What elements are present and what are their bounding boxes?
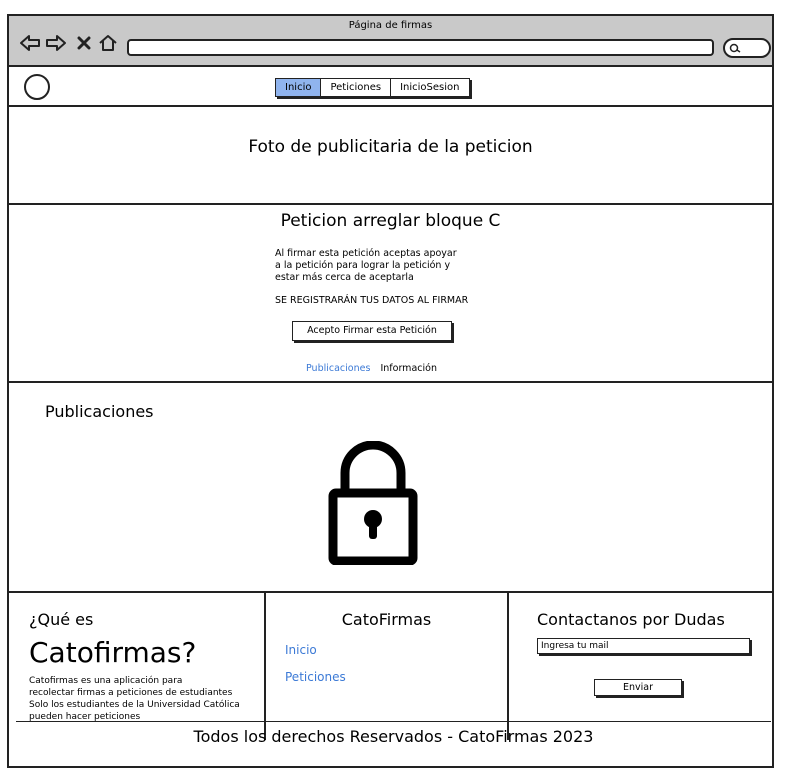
about-description-line: Catofirmas es una aplicación para <box>29 676 183 686</box>
email-field[interactable]: Ingresa tu mail <box>537 638 750 654</box>
petition-links: Publicaciones Información <box>306 363 437 374</box>
about-app-name: Catofirmas? <box>29 636 197 669</box>
nav-tabs: Inicio Peticiones InicioSesion <box>275 78 470 97</box>
lock-icon <box>328 441 418 565</box>
petition-notice: SE REGISTRARÁN TUS DATOS AL FIRMAR <box>275 295 469 306</box>
footer-divider <box>16 721 771 722</box>
contact-column: Contactanos por Dudas Ingresa tu mail En… <box>509 593 772 740</box>
back-icon[interactable] <box>19 33 41 53</box>
copyright: Todos los derechos Reservados - CatoFirm… <box>193 727 594 746</box>
send-button[interactable]: Enviar <box>594 679 682 696</box>
window-title: Página de firmas <box>348 20 433 31</box>
search-icon <box>729 43 741 53</box>
brand-column: CatoFirmas Inicio Peticiones <box>266 593 509 740</box>
brand-name: CatoFirmas <box>341 610 432 629</box>
close-icon[interactable] <box>75 33 93 53</box>
footer-link-peticiones[interactable]: Peticiones <box>285 670 346 684</box>
petition-description-line: a la petición para lograr la petición y <box>275 260 451 271</box>
hero-image-placeholder: Foto de publicitaria de la peticion <box>248 137 533 157</box>
hero-banner: Foto de publicitaria de la peticion <box>9 107 772 205</box>
petition-section: Peticion arreglar bloque C Al firmar est… <box>9 205 772 383</box>
avatar[interactable] <box>24 74 50 100</box>
contact-title: Contactanos por Dudas <box>537 610 725 629</box>
publications-title: Publicaciones <box>45 402 154 421</box>
tab-peticiones[interactable]: Peticiones <box>321 79 392 96</box>
tab-inicio-sesion[interactable]: InicioSesion <box>391 79 469 96</box>
about-column: ¿Qué es Catofirmas? Catofirmas es una ap… <box>9 593 266 740</box>
tab-publicaciones[interactable]: Publicaciones <box>306 363 370 374</box>
about-description-line: Solo los estudiantes de la Universidad C… <box>29 700 240 710</box>
about-question: ¿Qué es <box>29 610 94 629</box>
sign-petition-button[interactable]: Acepto Firmar esta Petición <box>292 321 452 341</box>
petition-description-line: estar más cerca de aceptarla <box>275 272 414 283</box>
top-navigation: Inicio Peticiones InicioSesion <box>9 67 772 107</box>
publications-section: Publicaciones <box>9 383 772 593</box>
petition-description: Al firmar esta petición aceptas apoyar a… <box>275 248 465 284</box>
about-description-line: recolectar firmas a peticiones de estudi… <box>29 688 233 698</box>
petition-title: Peticion arreglar bloque C <box>280 211 501 231</box>
url-bar[interactable] <box>127 39 714 56</box>
home-icon[interactable] <box>97 33 119 53</box>
footer-link-inicio[interactable]: Inicio <box>285 643 317 657</box>
browser-toolbar: Página de firmas <box>9 16 772 67</box>
tab-informacion[interactable]: Información <box>380 363 437 374</box>
petition-description-line: Al firmar esta petición aceptas apoyar <box>275 248 457 259</box>
forward-icon[interactable] <box>45 33 67 53</box>
browser-window: Página de firmas Inicio Peticiones Inici… <box>7 14 774 768</box>
about-description: Catofirmas es una aplicación para recole… <box>29 675 254 723</box>
search-field[interactable] <box>723 38 771 58</box>
tab-inicio[interactable]: Inicio <box>276 79 322 96</box>
